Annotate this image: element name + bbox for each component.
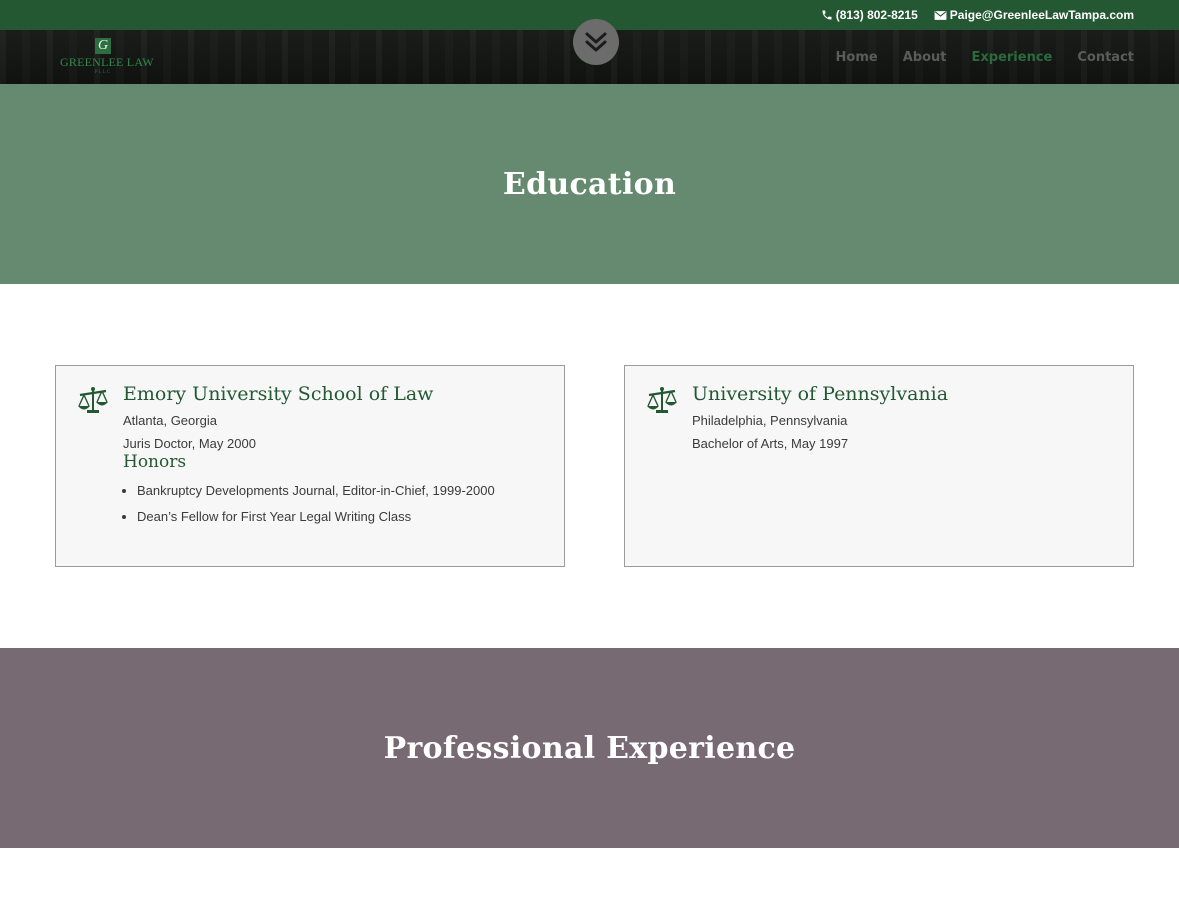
school-location: Philadelphia, Pennsylvania [692, 413, 848, 428]
logo-mark: G [95, 38, 111, 54]
card-body: Emory University School of Law Atlanta, … [123, 383, 544, 530]
education-card-emory: Emory University School of Law Atlanta, … [55, 365, 565, 567]
nav-about[interactable]: About [903, 50, 947, 65]
school-location: Atlanta, Georgia [123, 413, 217, 428]
scales-of-justice-icon [647, 387, 677, 413]
email-address: Paige@GreenleeLawTampa.com [949, 8, 1134, 22]
email-link[interactable]: Paige@GreenleeLawTampa.com [934, 8, 1134, 22]
school-name: University of Pennsylvania [692, 383, 949, 405]
logo-wordmark: GREENLEE LAW [60, 55, 154, 69]
phone-icon [822, 10, 832, 20]
site-logo[interactable]: G GREENLEE LAW PLLC [60, 38, 154, 76]
envelope-icon [934, 10, 947, 20]
nav-experience[interactable]: Experience [972, 50, 1053, 65]
nav-home[interactable]: Home [836, 50, 878, 65]
phone-number: (813) 802-8215 [835, 8, 918, 22]
school-name: Emory University School of Law [123, 383, 434, 405]
double-chevron-down-icon [585, 32, 607, 52]
logo-subtext: PLLC [94, 70, 112, 75]
education-title: Education [502, 166, 677, 202]
scales-of-justice-icon [78, 387, 108, 413]
education-card-penn: University of Pennsylvania Philadelphia,… [624, 365, 1134, 567]
phone-link[interactable]: (813) 802-8215 [821, 8, 918, 22]
list-item: Dean’s Fellow for First Year Legal Writi… [137, 504, 544, 530]
scroll-down-button[interactable] [573, 19, 619, 65]
nav-contact[interactable]: Contact [1077, 50, 1134, 65]
professional-experience-title: Professional Experience [383, 730, 796, 766]
card-body: University of Pennsylvania Philadelphia,… [692, 383, 1113, 455]
professional-experience-banner: Professional Experience [0, 648, 1179, 848]
list-item: Bankruptcy Developments Journal, Editor-… [137, 478, 544, 504]
honors-list: Bankruptcy Developments Journal, Editor-… [123, 478, 544, 530]
education-banner: Education [0, 84, 1179, 284]
honors-heading: Honors [123, 452, 187, 472]
degree: Bachelor of Arts, May 1997 [692, 436, 849, 451]
main-nav: Home About Experience Contact [811, 30, 1134, 84]
